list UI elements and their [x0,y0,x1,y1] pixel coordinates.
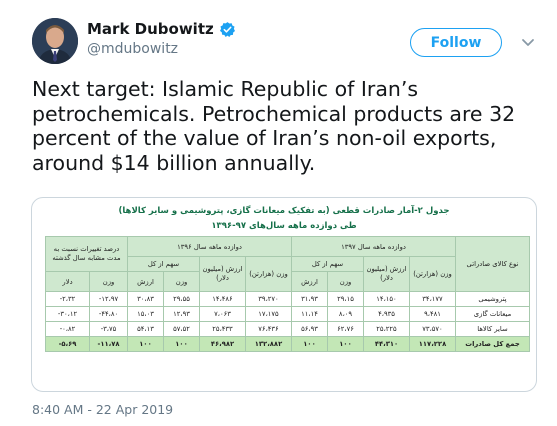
row-label: پتروشیمی [455,291,530,307]
cell: ۱۵،۰۳ [127,306,164,322]
cell: -۱۱،۷۸ [89,336,128,352]
header-share-96: سهم از کل [127,256,200,272]
cell: ۴۴،۳۱۰ [363,336,410,352]
cell: -۱۲،۹۷ [89,291,128,307]
cell: -۰،۸۲ [45,321,90,337]
table-total-row: -۵،۶۹ -۱۱،۷۸ ۱۰۰ ۱۰۰ ۴۶،۹۸۲ ۱۳۲،۸۸۲ ۱۰۰ … [45,336,530,352]
verified-badge-icon [219,21,235,37]
row-label: جمع کل صادرات [455,336,530,352]
cell: -۳۰،۱۲ [45,306,90,322]
cell: ۴،۹۳۵ [363,306,410,322]
attached-image[interactable]: جدول ۲-آمار صادرات قطعی (به تفکیک میعانا… [31,197,537,392]
header-weight-96: وزن (هزارتن) [245,256,292,292]
header-share-value-97: ارزش [291,271,328,292]
cell: ۵۶،۹۳ [291,321,328,337]
cell: -۳،۷۵ [89,321,128,337]
table-row: -۳۰،۱۲ -۴۴،۸۰ ۱۵،۰۳ ۱۲،۹۳ ۷،۰۶۳ ۱۷،۱۷۵ ۱… [45,306,530,322]
export-table: درصد تغییرات نسبت به مدت مشابه سال گذشته… [45,236,530,352]
header-share-97: سهم از کل [291,256,364,272]
cell: ۳۱،۹۳ [291,291,328,307]
follow-button[interactable]: Follow [410,28,502,57]
header-share-weight-96: وزن [163,271,200,292]
cell: ۵۴،۱۳ [127,321,164,337]
cell: ۴۶،۹۸۲ [199,336,246,352]
cell: ۳۴،۱۷۷ [409,291,456,307]
header-value-96: ارزش (میلیون دلار) [199,256,246,292]
cell: ۱۴،۱۵۰ [363,291,410,307]
header-weight-97: وزن (هزارتن) [409,256,456,292]
avatar-image [32,18,78,64]
tweet-text: Next target: Islamic Republic of Iran’s … [32,77,516,175]
cell: -۴۴،۸۰ [89,306,128,322]
table-row: -۰،۸۲ -۳،۷۵ ۵۴،۱۳ ۵۷،۵۲ ۲۵،۴۳۳ ۷۶،۴۳۶ ۵۶… [45,321,530,337]
cell: ۹،۴۸۱ [409,306,456,322]
table-row: -۲،۳۲ -۱۲،۹۷ ۳۰،۸۳ ۲۹،۵۵ ۱۴،۴۸۶ ۳۹،۲۷۰ ۳… [45,291,530,307]
cell: ۲۹،۱۵ [327,291,364,307]
header-product: نوع کالای صادراتی [455,236,530,292]
cell: ۶۲،۷۶ [327,321,364,337]
avatar[interactable] [32,18,78,64]
cell: ۷،۰۶۳ [199,306,246,322]
cell: ۳۰،۸۳ [127,291,164,307]
header-change-weight: وزن [89,271,128,292]
cell: ۱۱۷،۲۲۸ [409,336,456,352]
cell: -۲،۳۲ [45,291,90,307]
header-share-value-96: ارزش [127,271,164,292]
cell: ۱۰۰ [291,336,328,352]
cell: ۱۴،۴۸۶ [199,291,246,307]
header-value-97: ارزش (میلیون دلار) [363,256,410,292]
table-subtitle: طی دوازده ماهه سال‌های ۹۷-۱۳۹۶ [211,221,357,231]
cell: ۵۷،۵۲ [163,321,200,337]
cell: ۱۲،۹۳ [163,306,200,322]
cell: ۲۵،۲۲۵ [363,321,410,337]
row-label: میعانات گازی [455,306,530,322]
author-name-text[interactable]: Mark Dubowitz [87,20,214,38]
author-name[interactable]: Mark Dubowitz [87,20,236,38]
cell: ۷۳،۵۷۰ [409,321,456,337]
timestamp[interactable]: 8:40 AM - 22 Apr 2019 [32,402,173,417]
header-share-weight-97: وزن [327,271,364,292]
cell: ۱۱،۱۴ [291,306,328,322]
header-1396: دوازده ماهه سال ۱۳۹۶ [127,236,292,257]
cell: ۷۶،۴۳۶ [245,321,292,337]
cell: ۲۹،۵۵ [163,291,200,307]
author-handle[interactable]: @mdubowitz [87,41,178,57]
cell: ۱۳۲،۸۸۲ [245,336,292,352]
row-label: سایر کالاها [455,321,530,337]
header-change: درصد تغییرات نسبت به مدت مشابه سال گذشته [45,236,128,272]
cell: ۱۷،۱۷۵ [245,306,292,322]
header-change-dollar: دلار [45,271,90,292]
table-title: جدول ۲-آمار صادرات قطعی (به تفکیک میعانا… [118,206,450,216]
cell: ۱۰۰ [127,336,164,352]
cell: -۵،۶۹ [45,336,90,352]
cell: ۳۹،۲۷۰ [245,291,292,307]
cell: ۱۰۰ [163,336,200,352]
header-1397: دوازده ماهه سال ۱۳۹۷ [291,236,456,257]
chevron-down-icon[interactable] [518,32,538,52]
cell: ۱۰۰ [327,336,364,352]
cell: ۸،۰۹ [327,306,364,322]
cell: ۲۵،۴۳۳ [199,321,246,337]
